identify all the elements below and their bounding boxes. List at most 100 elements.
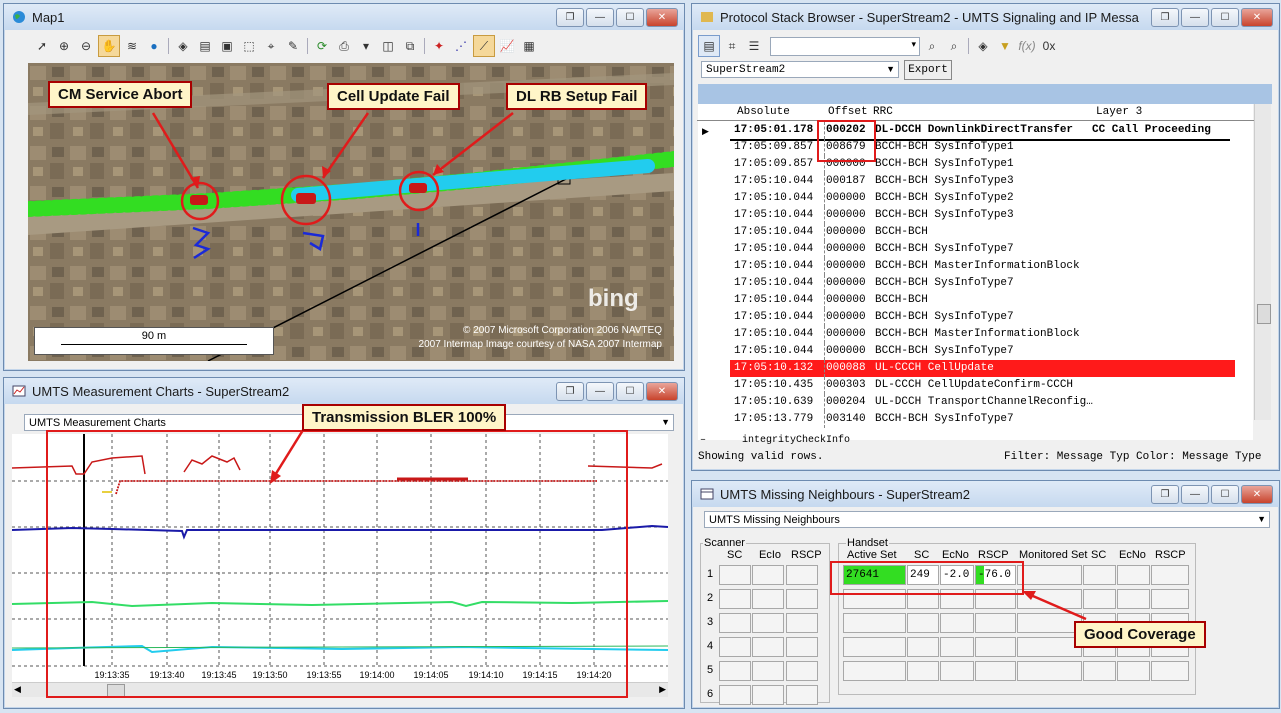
dropdown-icon[interactable]: ▾ [356,36,376,56]
preview-icon[interactable]: ◫ [378,36,398,56]
message-rrc: BCCH-BCH SysInfoType7 [875,277,1014,289]
restore-button[interactable]: ❐ [556,7,584,27]
select-region-icon[interactable]: ⬚ [239,36,259,56]
minimize-button[interactable]: — [1181,7,1209,27]
cell-sites-icon[interactable]: ✦ [429,36,449,56]
window-title: Protocol Stack Browser - SuperStream2 - … [720,9,1139,25]
list-icon[interactable]: ☰ [744,36,764,56]
handset-cell [1083,565,1116,585]
scroll-right-arrow[interactable]: ▶ [659,684,666,695]
chart-icon [12,385,26,397]
zoom-in-icon[interactable]: ⊕ [54,36,74,56]
message-offset: 000000 [824,258,866,275]
pointer-icon[interactable]: ➚ [32,36,52,56]
filter-icon[interactable]: ▼ [995,36,1015,56]
message-row[interactable]: 17:05:10.132 000088 UL-CCCH CellUpdate [730,360,1235,377]
maximize-button[interactable]: ☐ [616,7,644,27]
edit-icon[interactable]: ✎ [283,36,303,56]
handset-cell [975,613,1016,633]
message-row[interactable]: 17:05:13.779 003140 BCCH-BCH SysInfoType7 [730,411,1230,428]
column-header-absolute[interactable]: Absolute [737,106,790,118]
export-button[interactable]: Export [904,60,952,80]
message-offset: 000187 [824,173,866,190]
message-row[interactable]: 17:05:10.044 000000 BCCH-BCH MasterInforma… [730,326,1230,343]
message-rrc: BCCH-BCH SysInfoType1 [875,158,1014,170]
stack-icon[interactable]: ◈ [173,36,193,56]
message-row[interactable]: 17:05:10.435 000303 DL-CCCH CellUpdateConf… [730,377,1230,394]
vertical-scrollbar[interactable] [1254,104,1271,420]
print-icon[interactable]: ⎙ [334,36,354,56]
maximize-button[interactable]: ☐ [616,381,644,401]
stack-titlebar[interactable]: Protocol Stack Browser - SuperStream2 - … [692,4,1279,30]
function-icon[interactable]: f(x) [1017,36,1037,56]
route-icon[interactable]: ⋰ [451,36,471,56]
message-time: 17:05:10.044 [734,311,814,323]
message-row[interactable]: 17:05:09.857 008679 BCCH-BCH SysInfoType1 [730,139,1230,156]
message-row[interactable]: 17:05:10.044 000000 BCCH-BCH SysInfoType7 [730,275,1230,292]
message-row[interactable]: 17:05:10.044 000000 BCCH-BCH SysInfoType7 [730,241,1230,258]
layers-icon[interactable]: ≋ [122,36,142,56]
message-time: 17:05:10.044 [734,192,814,204]
message-rrc: BCCH-BCH SysInfoType2 [875,192,1014,204]
grid-icon[interactable]: ⌗ [722,36,742,56]
column-header-rrc[interactable]: RRC [873,106,893,118]
stream-select[interactable]: SuperStream2 ▼ [701,61,899,78]
close-button[interactable]: ✕ [1241,484,1273,504]
minimize-button[interactable]: — [586,381,614,401]
handset-column-header: RSCP [1155,549,1186,561]
find-next-icon[interactable]: ⌕ [922,36,942,56]
scanner-cell [752,637,784,657]
tree-view-icon[interactable]: ▤ [698,35,720,57]
copy-icon[interactable]: ⧉ [400,36,420,56]
scroll-thumb[interactable] [1257,304,1271,324]
minimize-button[interactable]: — [1181,484,1209,504]
restore-button[interactable]: ❐ [1151,484,1179,504]
message-row[interactable]: 17:05:10.044 000000 BCCH-BCH SysInfoType7 [730,309,1230,326]
message-row[interactable]: 17:05:10.044 000000 BCCH-BCH SysInfoType2 [730,190,1230,207]
export-icon[interactable]: ▣ [217,36,237,56]
message-time: 17:05:10.044 [734,243,814,255]
close-button[interactable]: ✕ [646,7,678,27]
pan-hand-icon[interactable]: ✋ [98,35,120,57]
hex-icon[interactable]: 0x [1039,36,1059,56]
highlight-icon[interactable]: ⟋ [473,35,495,57]
map-titlebar[interactable]: Map1 ❐ — ☐ ✕ [4,4,684,30]
neighbours-titlebar[interactable]: UMTS Missing Neighbours - SuperStream2 ❐… [692,481,1279,507]
search-combo[interactable]: ▾ [770,36,920,56]
handset-column-header: Active Set [847,549,897,561]
handset-cell [907,637,939,657]
map-canvas[interactable]: CM Service Abort Cell Update Fail DL RB … [28,63,674,361]
scanner-cell [786,661,818,681]
restore-button[interactable]: ❐ [1151,7,1179,27]
close-button[interactable]: ✕ [1241,7,1273,27]
close-button[interactable]: ✕ [646,381,678,401]
message-row[interactable]: 17:05:10.044 000000 BCCH-BCH [730,292,1230,309]
charts-titlebar[interactable]: UMTS Measurement Charts - SuperStream2 ❐… [4,378,684,404]
maximize-button[interactable]: ☐ [1211,484,1239,504]
message-row[interactable]: 17:05:10.044 000000 BCCH-BCH [730,224,1230,241]
find-prev-icon[interactable]: ⌕ [944,36,964,56]
zoom-out-icon[interactable]: ⊖ [76,36,96,56]
restore-button[interactable]: ❐ [556,381,584,401]
refresh-icon[interactable]: ⟳ [312,36,332,56]
neighbours-combo[interactable]: UMTS Missing Neighbours ▼ [704,511,1270,528]
column-header-offset[interactable]: Offset [828,106,868,118]
stack-toolbar: ▤ ⌗ ☰ ▾ ⌕ ⌕ ◈ ▼ f(x) 0x [698,35,1275,57]
message-row[interactable]: 17:05:10.044 000187 BCCH-BCH SysInfoType3 [730,173,1230,190]
list-icon[interactable]: ▤ [195,36,215,56]
maximize-button[interactable]: ☐ [1211,7,1239,27]
scroll-left-arrow[interactable]: ◀ [14,684,21,695]
layers-icon[interactable]: ◈ [973,36,993,56]
measure-icon[interactable]: ⌖ [261,36,281,56]
message-row[interactable]: 17:05:10.044 000000 BCCH-BCH SysInfoType7 [730,343,1230,360]
minimize-button[interactable]: — [586,7,614,27]
message-row[interactable]: 17:05:09.857 000000 BCCH-BCH SysInfoType1 [730,156,1230,173]
message-row[interactable]: 17:05:10.044 000000 BCCH-BCH SysInfoType3 [730,207,1230,224]
table-icon[interactable]: ▦ [519,36,539,56]
world-icon[interactable]: ● [144,36,164,56]
column-header-layer3[interactable]: Layer 3 [1096,106,1142,118]
map-toolbar: ➚ ⊕ ⊖ ✋ ≋ ● ◈ ▤ ▣ ⬚ ⌖ ✎ ⟳ ⎙ ▾ ◫ ⧉ ✦ ⋰ ⟋ … [32,35,680,57]
chart-icon[interactable]: 📈 [497,36,517,56]
message-row[interactable]: 17:05:10.044 000000 BCCH-BCH MasterInforma… [730,258,1230,275]
message-row[interactable]: 17:05:10.639 000204 UL-DCCH TransportChann… [730,394,1230,411]
